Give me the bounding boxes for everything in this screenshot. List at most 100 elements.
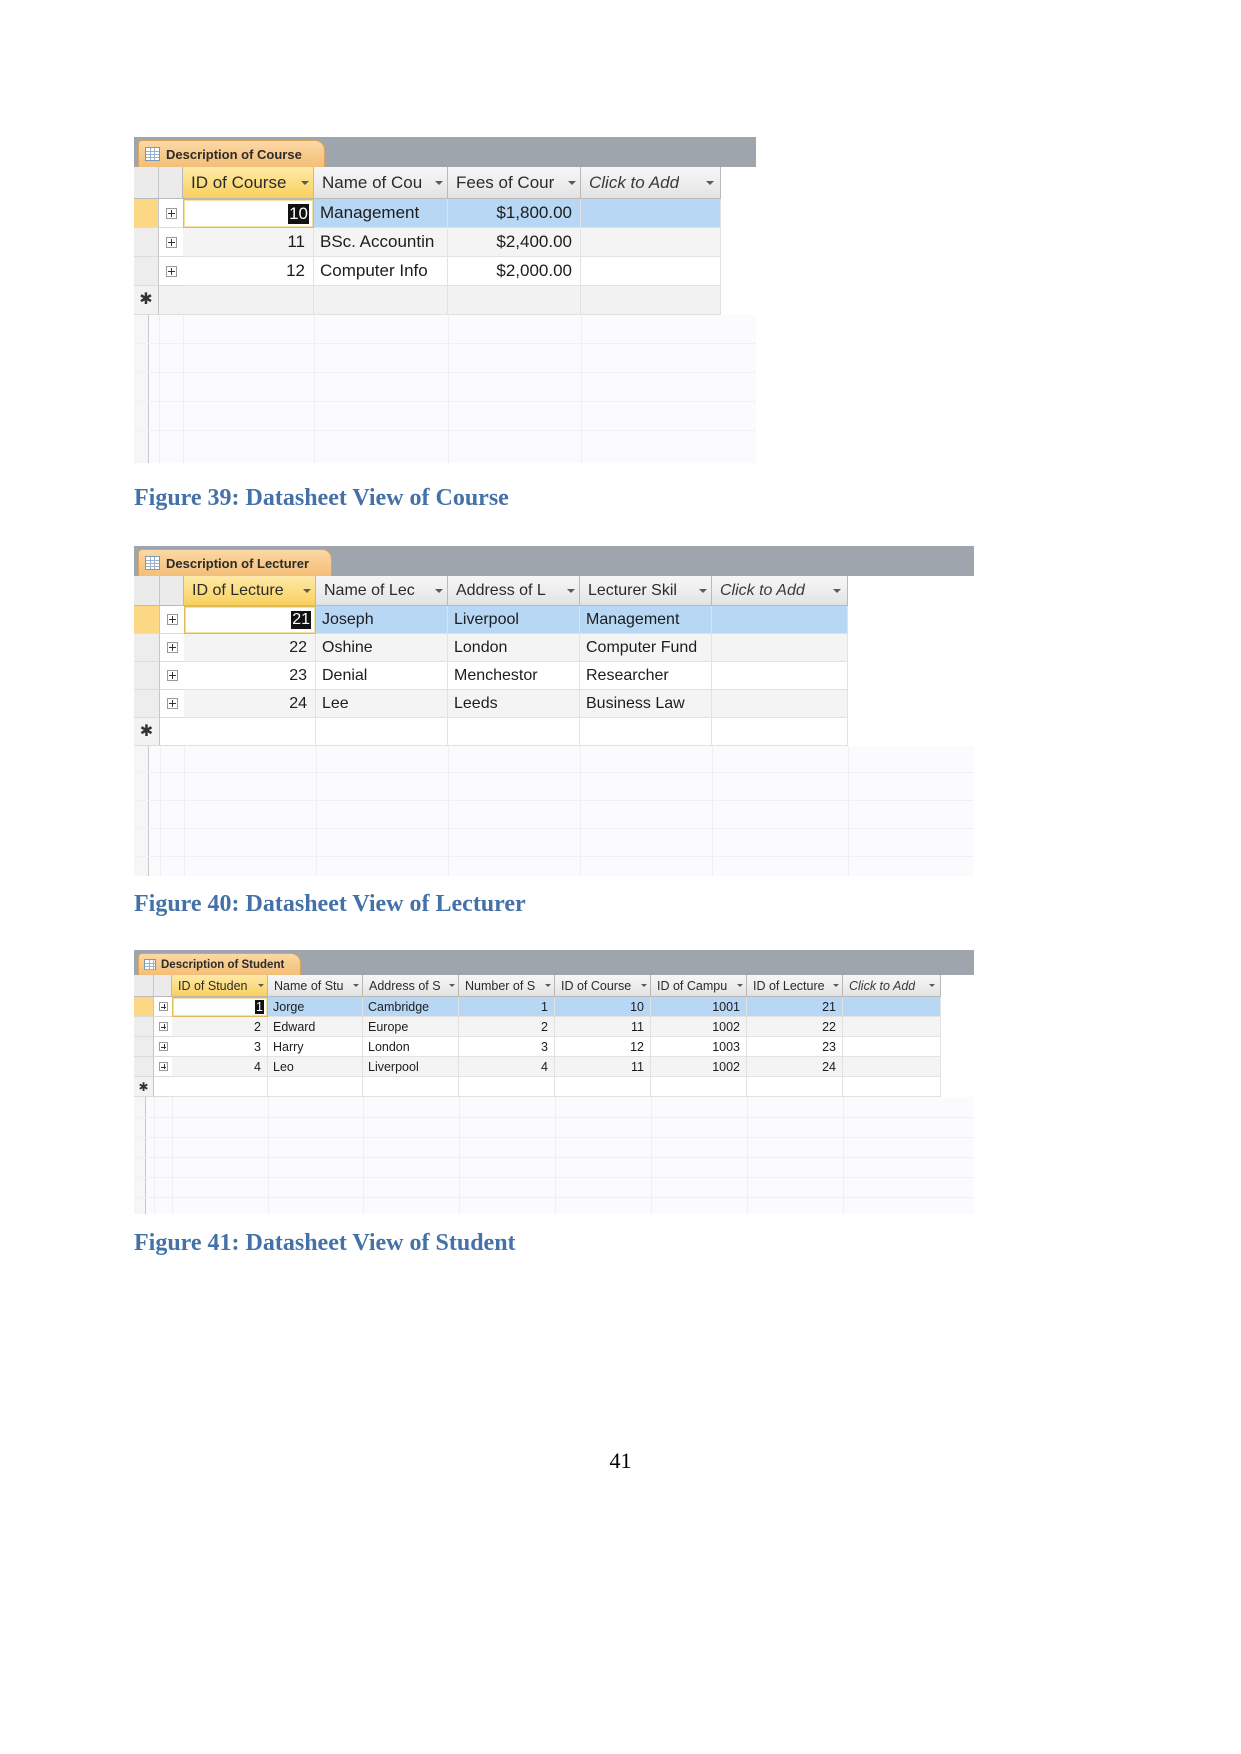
expand-plus-icon[interactable] — [165, 265, 177, 277]
cell-id-of-student[interactable]: 3 — [172, 1037, 268, 1057]
cell-id-of-course[interactable] — [555, 1077, 651, 1097]
record-selector[interactable] — [134, 199, 159, 228]
cell-id-of-lecturer[interactable]: 24 — [747, 1057, 843, 1077]
cell-fees-of-course[interactable]: $2,000.00 — [448, 257, 581, 286]
cell-id-of-campus[interactable]: 1003 — [651, 1037, 747, 1057]
cell-id-of-campus[interactable]: 1002 — [651, 1057, 747, 1077]
cell-lecturer-skill[interactable] — [580, 718, 712, 746]
table-row[interactable]: 11 BSc. Accountin $2,400.00 — [134, 228, 756, 257]
cell-address-of-lecturer[interactable]: London — [448, 634, 580, 662]
cell-fees-of-course[interactable]: $1,800.00 — [448, 199, 581, 228]
cell-name-of-course[interactable]: Computer Info — [314, 257, 448, 286]
grid-lecturer[interactable]: ID of Lecture Name of Lec Address of L L… — [134, 576, 974, 876]
cell-number-of-student[interactable]: 1 — [459, 997, 555, 1017]
cell-address-of-student[interactable]: Liverpool — [363, 1057, 459, 1077]
cell-fees-of-course[interactable]: $2,400.00 — [448, 228, 581, 257]
cell-fees-of-course[interactable] — [448, 286, 581, 315]
cell-click-to-add[interactable] — [581, 199, 721, 228]
cell-click-to-add[interactable] — [712, 718, 848, 746]
cell-id-of-course[interactable]: 12 — [555, 1037, 651, 1057]
column-header-name-of-course[interactable]: Name of Cou — [314, 167, 448, 199]
expand-plus-icon[interactable] — [158, 1042, 168, 1051]
cell-lecturer-skill[interactable]: Management — [580, 606, 712, 634]
record-selector[interactable] — [134, 634, 160, 662]
chevron-down-icon[interactable] — [699, 588, 707, 593]
column-header-address-of-lecturer[interactable]: Address of L — [448, 576, 580, 606]
cell-id-of-course[interactable]: 10 — [555, 997, 651, 1017]
cell-name-of-course[interactable]: BSc. Accountin — [314, 228, 448, 257]
table-row[interactable]: 10 Management $1,800.00 — [134, 199, 756, 228]
cell-address-of-lecturer[interactable] — [448, 718, 580, 746]
cell-id-of-course[interactable] — [183, 286, 314, 315]
table-row[interactable]: 12 Computer Info $2,000.00 — [134, 257, 756, 286]
cell-id-of-lecturer[interactable]: 21 — [747, 997, 843, 1017]
chevron-down-icon[interactable] — [545, 984, 551, 987]
cell-id-of-course[interactable]: 11 — [555, 1057, 651, 1077]
cell-address-of-student[interactable] — [363, 1077, 459, 1097]
record-selector[interactable] — [134, 997, 154, 1017]
cell-id-of-student[interactable]: 2 — [172, 1017, 268, 1037]
cell-name-of-student[interactable]: Leo — [268, 1057, 363, 1077]
new-record-row[interactable]: ✱ — [134, 718, 974, 746]
column-header-number-of-student[interactable]: Number of S — [459, 975, 555, 997]
row-expander-cell[interactable] — [159, 257, 183, 286]
cell-name-of-student[interactable]: Jorge — [268, 997, 363, 1017]
expand-plus-icon[interactable] — [165, 236, 177, 248]
row-expander-cell[interactable] — [159, 199, 183, 228]
chevron-down-icon[interactable] — [258, 984, 264, 987]
select-all-corner[interactable] — [134, 576, 160, 606]
column-header-click-to-add[interactable]: Click to Add — [843, 975, 941, 997]
cell-address-of-lecturer[interactable]: Liverpool — [448, 606, 580, 634]
table-row[interactable]: 3 Harry London 3 12 1003 23 — [134, 1037, 974, 1057]
cell-click-to-add[interactable] — [843, 997, 941, 1017]
cell-address-of-lecturer[interactable]: Menchestor — [448, 662, 580, 690]
cell-name-of-lecturer[interactable]: Joseph — [316, 606, 448, 634]
grid-course[interactable]: ID of Course Name of Cou Fees of Cour Cl… — [134, 167, 756, 463]
table-row[interactable]: 23 Denial Menchestor Researcher — [134, 662, 974, 690]
table-row[interactable]: 4 Leo Liverpool 4 11 1002 24 — [134, 1057, 974, 1077]
cell-name-of-lecturer[interactable]: Denial — [316, 662, 448, 690]
record-selector[interactable] — [134, 257, 159, 286]
cell-address-of-lecturer[interactable]: Leeds — [448, 690, 580, 718]
chevron-down-icon[interactable] — [706, 180, 714, 185]
chevron-down-icon[interactable] — [833, 588, 841, 593]
column-header-name-of-lecturer[interactable]: Name of Lec — [316, 576, 448, 606]
row-expander-cell[interactable] — [160, 606, 184, 634]
cell-click-to-add[interactable] — [843, 1017, 941, 1037]
chevron-down-icon[interactable] — [641, 984, 647, 987]
cell-id-of-lecturer[interactable]: 21 — [184, 606, 316, 634]
table-row[interactable]: 2 Edward Europe 2 11 1002 22 — [134, 1017, 974, 1037]
cell-click-to-add[interactable] — [712, 634, 848, 662]
new-record-marker[interactable]: ✱ — [134, 1077, 154, 1097]
row-expander-cell[interactable] — [154, 1017, 172, 1037]
cell-click-to-add[interactable] — [712, 606, 848, 634]
cell-click-to-add[interactable] — [712, 690, 848, 718]
cell-name-of-student[interactable]: Harry — [268, 1037, 363, 1057]
column-header-id-of-lecturer[interactable]: ID of Lecture — [184, 576, 316, 606]
expand-plus-icon[interactable] — [158, 1062, 168, 1071]
chevron-down-icon[interactable] — [435, 588, 443, 593]
chevron-down-icon[interactable] — [567, 588, 575, 593]
grid-student[interactable]: ID of Studen Name of Stu Address of S Nu… — [134, 975, 974, 1214]
tab-description-of-course[interactable]: Description of Course — [138, 140, 325, 167]
datasheet-course[interactable]: Description of Course ID of Course Name … — [134, 137, 756, 463]
expand-plus-icon[interactable] — [158, 1002, 168, 1011]
cell-id-of-course[interactable]: 11 — [555, 1017, 651, 1037]
select-all-corner[interactable] — [134, 975, 154, 997]
cell-id-of-campus[interactable]: 1002 — [651, 1017, 747, 1037]
table-row[interactable]: 24 Lee Leeds Business Law — [134, 690, 974, 718]
record-selector[interactable] — [134, 662, 160, 690]
cell-click-to-add[interactable] — [581, 257, 721, 286]
cell-name-of-lecturer[interactable] — [316, 718, 448, 746]
expand-plus-icon[interactable] — [165, 207, 177, 219]
chevron-down-icon[interactable] — [449, 984, 455, 987]
tab-description-of-lecturer[interactable]: Description of Lecturer — [138, 549, 333, 576]
cell-id-of-student[interactable]: 1 — [172, 997, 268, 1017]
record-selector[interactable] — [134, 1057, 154, 1077]
row-expander-cell[interactable] — [154, 1037, 172, 1057]
chevron-down-icon[interactable] — [833, 984, 839, 987]
cell-id-of-lecturer[interactable]: 23 — [747, 1037, 843, 1057]
column-header-id-of-lecturer[interactable]: ID of Lecture — [747, 975, 843, 997]
cell-number-of-student[interactable]: 4 — [459, 1057, 555, 1077]
cell-lecturer-skill[interactable]: Business Law — [580, 690, 712, 718]
